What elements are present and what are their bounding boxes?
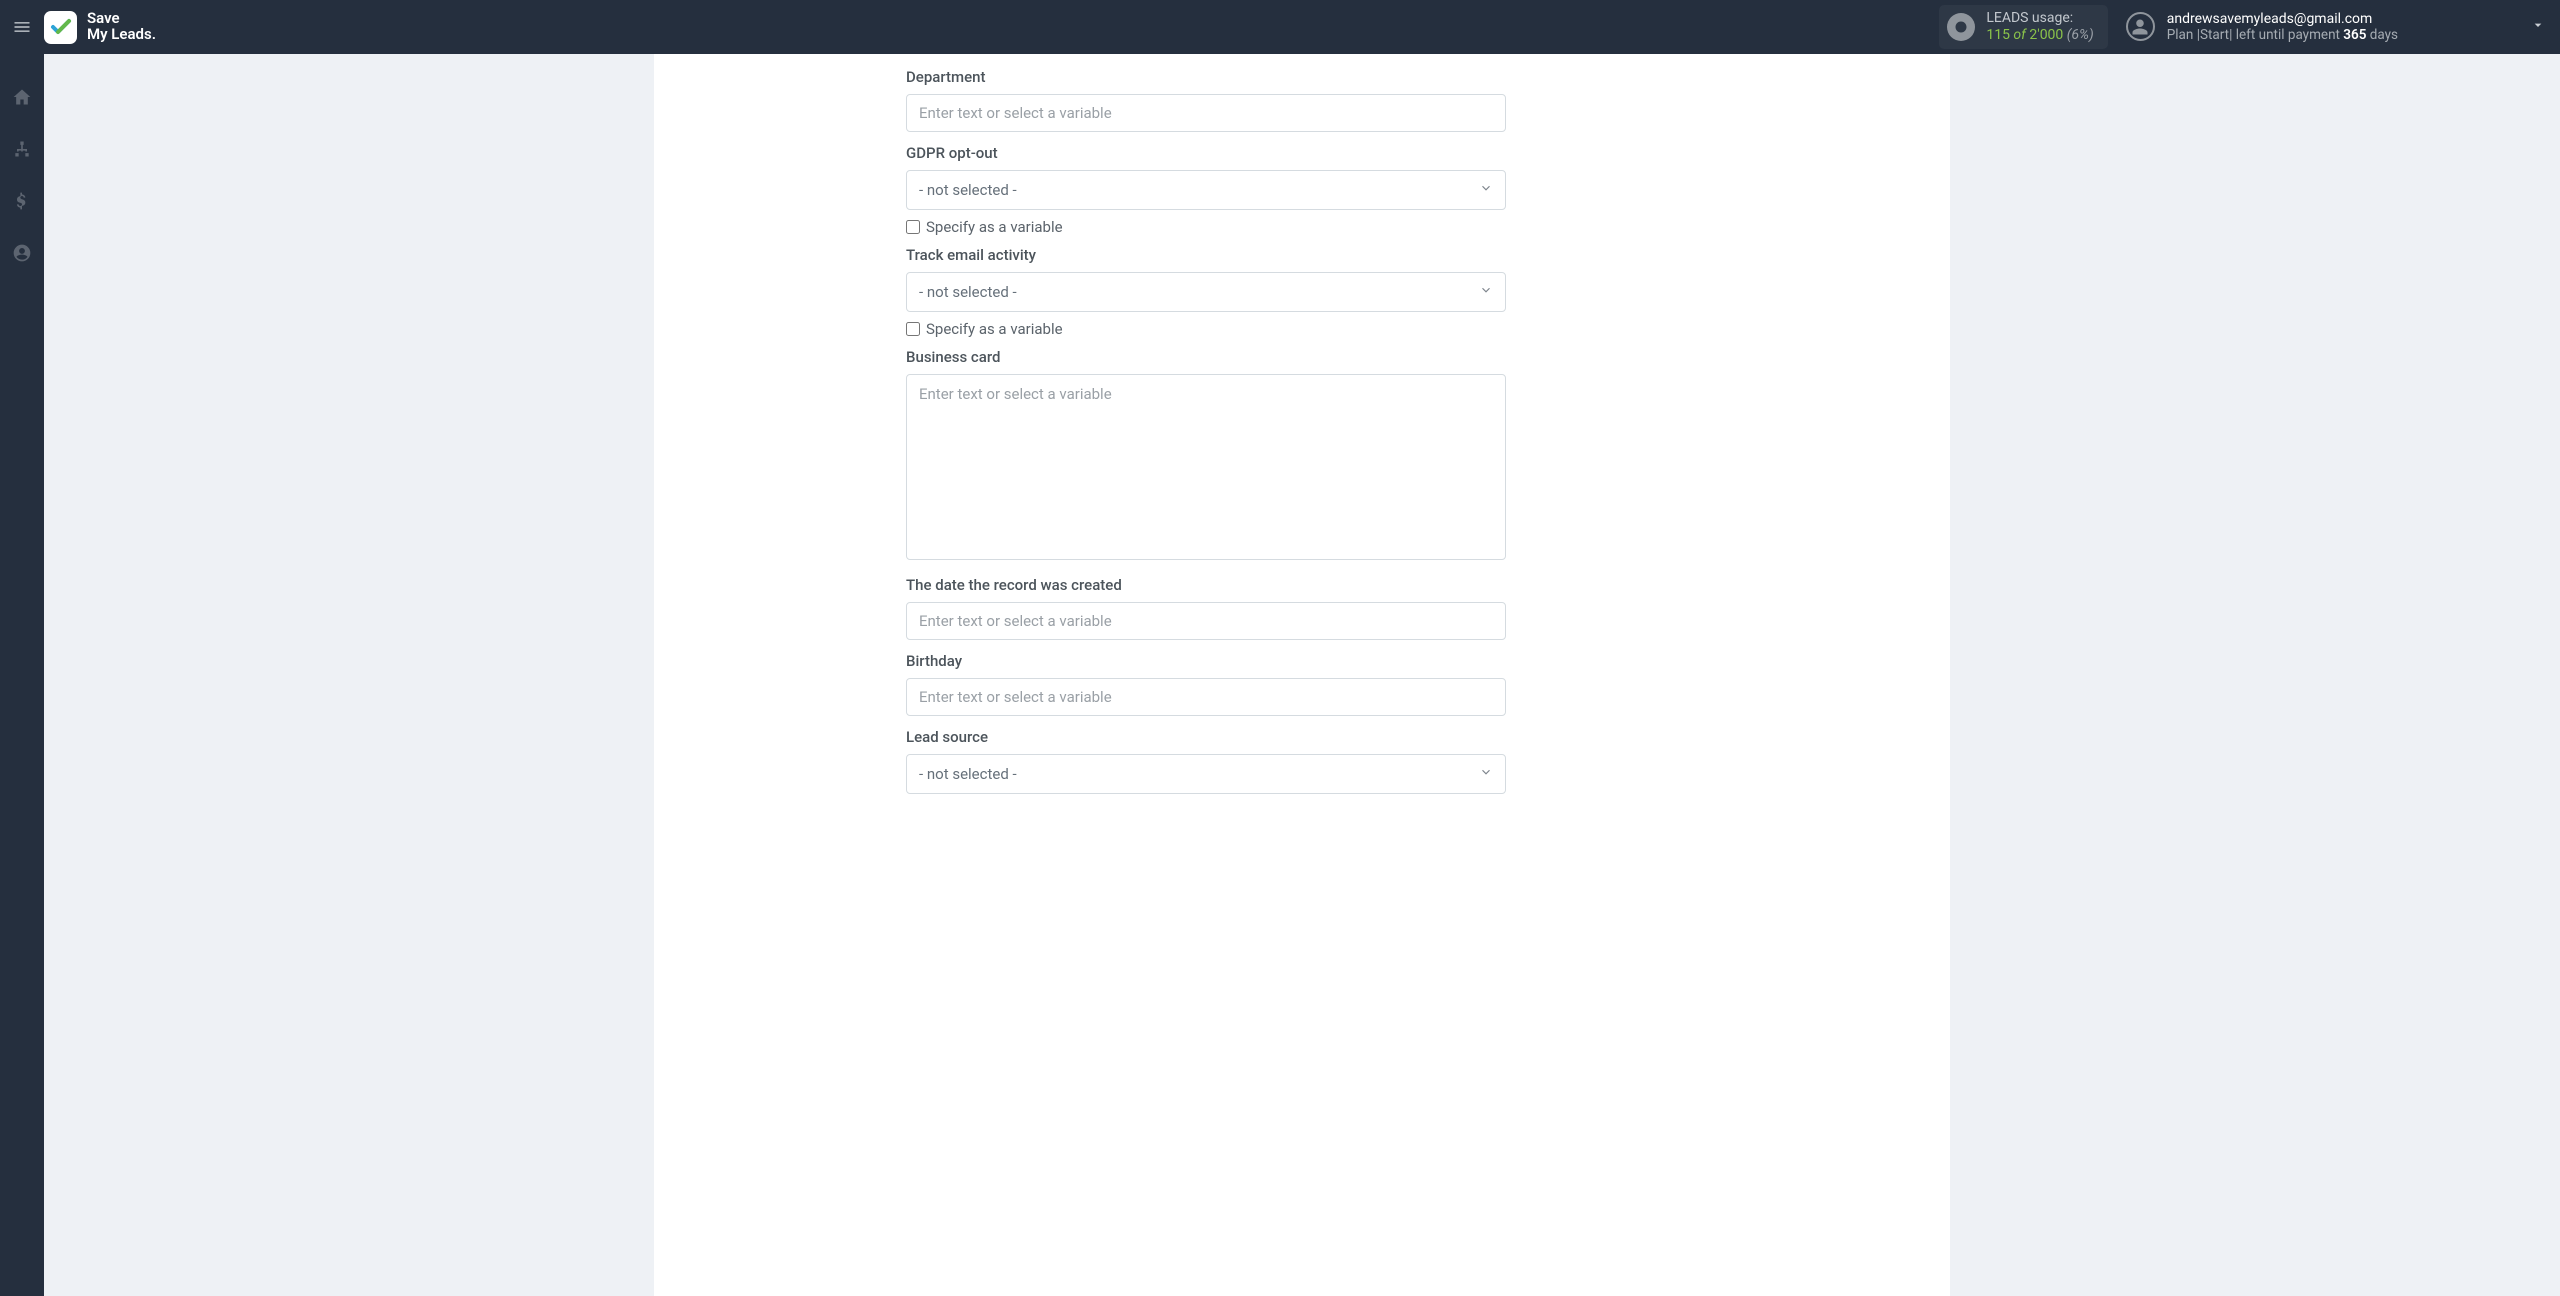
form: Department GDPR opt-out - not selected -… (906, 54, 1506, 794)
user-circle-icon (12, 243, 32, 263)
select-lead-source-value: - not selected - (919, 765, 1017, 783)
label-date-created: The date the record was created (906, 576, 1506, 594)
account-menu[interactable]: andrewsavemyleads@gmail.com Plan |Start|… (2126, 11, 2546, 44)
page-scroll[interactable]: Department GDPR opt-out - not selected -… (44, 54, 2560, 1296)
field-lead-source: Lead source - not selected - (906, 728, 1506, 794)
specify-variable-row-gdpr: Specify as a variable (906, 218, 1506, 236)
label-birthday: Birthday (906, 652, 1506, 670)
sidebar-item-account[interactable] (0, 238, 44, 268)
checkbox-label-track[interactable]: Specify as a variable (926, 320, 1063, 338)
usage-value: 115 of 2'000 (6%) (1986, 27, 2093, 44)
select-track-email[interactable]: - not selected - (906, 272, 1506, 312)
select-track-email-value: - not selected - (919, 283, 1017, 301)
checkbox-specify-variable-track[interactable] (906, 322, 920, 336)
input-birthday[interactable] (906, 678, 1506, 716)
chevron-down-icon (1479, 181, 1493, 199)
sidebar-item-home[interactable] (0, 82, 44, 112)
account-dropdown-toggle[interactable] (2410, 17, 2546, 37)
account-text: andrewsavemyleads@gmail.com Plan |Start|… (2167, 11, 2398, 44)
app-header: Save My Leads. LEADS usage: 115 of 2'000… (0, 0, 2560, 54)
input-department[interactable] (906, 94, 1506, 132)
hamburger-icon (12, 17, 32, 37)
label-lead-source: Lead source (906, 728, 1506, 746)
sidebar-item-billing[interactable] (0, 186, 44, 216)
leads-usage-box[interactable]: LEADS usage: 115 of 2'000 (6%) (1939, 5, 2107, 49)
field-gdpr: GDPR opt-out - not selected - Specify as… (906, 144, 1506, 236)
check-icon (49, 15, 73, 39)
label-business-card: Business card (906, 348, 1506, 366)
account-email: andrewsavemyleads@gmail.com (2167, 11, 2398, 28)
checkbox-specify-variable-gdpr[interactable] (906, 220, 920, 234)
field-department: Department (906, 68, 1506, 132)
sidebar-nav (0, 54, 44, 1296)
specify-variable-row-track: Specify as a variable (906, 320, 1506, 338)
label-gdpr: GDPR opt-out (906, 144, 1506, 162)
select-lead-source[interactable]: - not selected - (906, 754, 1506, 794)
label-track-email: Track email activity (906, 246, 1506, 264)
user-icon (2131, 18, 2149, 36)
usage-text: LEADS usage: 115 of 2'000 (6%) (1986, 10, 2093, 44)
sidebar-item-connections[interactable] (0, 134, 44, 164)
menu-toggle-button[interactable] (0, 0, 44, 54)
logo-mark (44, 11, 77, 44)
usage-label: LEADS usage: (1986, 10, 2093, 27)
field-track-email: Track email activity - not selected - Sp… (906, 246, 1506, 338)
chevron-down-icon (2530, 17, 2546, 33)
account-plan: Plan |Start| left until payment 365 days (2167, 27, 2398, 43)
avatar (2126, 12, 2155, 41)
info-icon (1947, 13, 1975, 41)
select-gdpr[interactable]: - not selected - (906, 170, 1506, 210)
dollar-icon (12, 191, 32, 211)
form-card: Department GDPR opt-out - not selected -… (654, 54, 1950, 1296)
field-birthday: Birthday (906, 652, 1506, 716)
textarea-business-card[interactable] (906, 374, 1506, 560)
select-gdpr-value: - not selected - (919, 181, 1017, 199)
field-date-created: The date the record was created (906, 576, 1506, 640)
chevron-down-icon (1479, 283, 1493, 301)
brand-name: Save My Leads. (87, 11, 156, 43)
home-icon (12, 87, 32, 107)
input-date-created[interactable] (906, 602, 1506, 640)
sitemap-icon (12, 139, 32, 159)
field-business-card: Business card (906, 348, 1506, 564)
label-department: Department (906, 68, 1506, 86)
checkbox-label-gdpr[interactable]: Specify as a variable (926, 218, 1063, 236)
brand-logo[interactable]: Save My Leads. (44, 11, 156, 44)
chevron-down-icon (1479, 765, 1493, 783)
